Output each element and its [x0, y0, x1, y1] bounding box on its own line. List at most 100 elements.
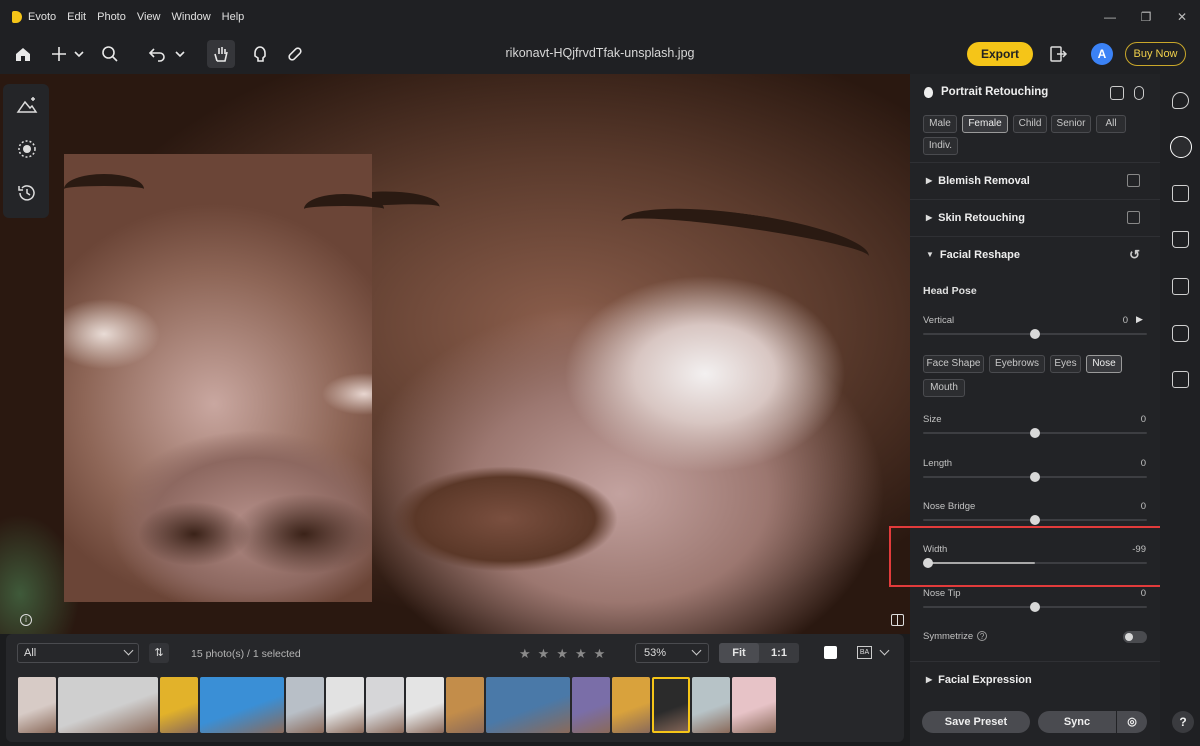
bandage-icon[interactable] — [285, 40, 305, 68]
rating-stars[interactable]: ★ ★ ★ ★ ★ — [519, 646, 605, 662]
chip-eyes[interactable]: Eyes — [1050, 355, 1081, 373]
undo-icon[interactable] — [146, 40, 188, 68]
head-icon — [924, 86, 933, 98]
camera-icon[interactable] — [1172, 325, 1189, 342]
thumbnail[interactable] — [652, 677, 690, 733]
slider-knob[interactable] — [1030, 515, 1040, 525]
thumbnail[interactable] — [366, 677, 404, 733]
export-button[interactable]: Export — [967, 42, 1033, 66]
thumbnail[interactable] — [692, 677, 730, 733]
thumbnail[interactable] — [200, 677, 284, 733]
chip-senior[interactable]: Senior — [1051, 115, 1091, 133]
star-icon[interactable]: ★ — [556, 646, 568, 662]
section-facial-reshape[interactable]: ▼ Facial Reshape ↺ — [910, 236, 1160, 272]
play-icon[interactable]: ▶ — [1136, 314, 1143, 325]
before-after-icon[interactable]: BA — [857, 646, 872, 659]
one-to-one-button[interactable]: 1:1 — [759, 643, 799, 663]
thumbnail[interactable] — [732, 677, 776, 733]
share-icon[interactable] — [1048, 44, 1068, 64]
slider-size[interactable] — [923, 426, 1147, 440]
palette-icon[interactable] — [1172, 92, 1189, 109]
mosaic-icon[interactable] — [1172, 185, 1189, 202]
slider-knob[interactable] — [1030, 329, 1040, 339]
maximize-icon[interactable]: ❐ — [1128, 10, 1164, 24]
chevron-down-icon[interactable] — [879, 645, 890, 656]
thumbnail[interactable] — [612, 677, 650, 733]
star-icon[interactable]: ★ — [594, 646, 606, 662]
eraser-icon[interactable] — [1127, 174, 1140, 187]
folder-eye-icon[interactable] — [1172, 371, 1189, 388]
slider-nose-bridge[interactable] — [923, 513, 1147, 527]
info-icon[interactable]: i — [20, 614, 32, 626]
help-icon[interactable]: ? — [1172, 711, 1194, 733]
chip-male[interactable]: Male — [923, 115, 957, 133]
photo-canvas[interactable] — [0, 74, 910, 634]
chip-nose[interactable]: Nose — [1086, 355, 1122, 373]
chip-mouth[interactable]: Mouth — [923, 379, 965, 397]
symmetrize-toggle[interactable] — [1123, 631, 1147, 643]
chip-face-shape[interactable]: Face Shape — [923, 355, 984, 373]
slider-knob[interactable] — [1030, 602, 1040, 612]
thumbnail[interactable] — [446, 677, 484, 733]
face-icon[interactable] — [1170, 136, 1192, 158]
chip-indiv[interactable]: Indiv. — [923, 137, 958, 155]
help-circle-icon[interactable]: ? — [977, 631, 988, 641]
chip-child[interactable]: Child — [1013, 115, 1047, 133]
thumbnail[interactable] — [58, 677, 158, 733]
section-blemish-removal[interactable]: ▶ Blemish Removal — [910, 162, 1160, 198]
section-facial-expression[interactable]: ▶ Facial Expression — [910, 661, 1160, 697]
eraser-icon[interactable] — [1127, 211, 1140, 224]
section-skin-retouching[interactable]: ▶ Skin Retouching — [910, 199, 1160, 235]
sun-adjust-icon[interactable] — [16, 138, 38, 160]
thumbnail[interactable] — [406, 677, 444, 733]
minimize-icon[interactable]: — — [1092, 10, 1128, 24]
zoom-dropdown[interactable]: 53% — [635, 643, 709, 663]
slider-length[interactable] — [923, 470, 1147, 484]
avatar[interactable]: A — [1091, 43, 1113, 65]
thumbnail[interactable] — [326, 677, 364, 733]
star-icon[interactable]: ★ — [519, 646, 531, 662]
sync-button[interactable]: Sync — [1038, 711, 1116, 733]
thumbnail[interactable] — [286, 677, 324, 733]
menu-photo[interactable]: Photo — [97, 11, 126, 23]
vertical-slider[interactable] — [923, 327, 1147, 341]
slider-knob[interactable] — [1030, 472, 1040, 482]
background-color-icon[interactable] — [824, 646, 837, 659]
fit-button[interactable]: Fit — [719, 643, 759, 663]
thumbnail[interactable] — [572, 677, 610, 733]
menu-view[interactable]: View — [137, 11, 161, 23]
reset-icon[interactable]: ↺ — [1129, 247, 1140, 263]
slider-nose-tip[interactable] — [923, 600, 1147, 614]
face-tool-icon[interactable] — [250, 40, 270, 68]
sync-settings-icon[interactable]: ◎ — [1117, 711, 1147, 733]
add-icon[interactable] — [50, 40, 88, 68]
thumbnail[interactable] — [486, 677, 570, 733]
chip-female[interactable]: Female — [962, 115, 1008, 133]
mountain-sparkle-icon[interactable] — [16, 94, 38, 116]
hand-tool-icon[interactable] — [207, 40, 235, 68]
sort-icon[interactable]: ⇅ — [149, 643, 169, 663]
face-select-icon[interactable] — [1110, 86, 1124, 100]
menu-help[interactable]: Help — [222, 11, 245, 23]
collapse-icon: ▼ — [926, 250, 934, 259]
thumbnail[interactable] — [18, 677, 56, 733]
home-icon[interactable] — [12, 40, 34, 68]
chip-eyebrows[interactable]: Eyebrows — [989, 355, 1045, 373]
crop-icon[interactable] — [1172, 278, 1189, 295]
shirt-icon[interactable] — [1172, 231, 1189, 248]
menu-edit[interactable]: Edit — [67, 11, 86, 23]
adjust-icon[interactable] — [1134, 86, 1144, 100]
slider-knob[interactable] — [1030, 428, 1040, 438]
star-icon[interactable]: ★ — [575, 646, 587, 662]
history-icon[interactable] — [16, 182, 38, 204]
search-icon[interactable] — [100, 40, 120, 68]
thumbnail[interactable] — [160, 677, 198, 733]
buy-now-button[interactable]: Buy Now — [1125, 42, 1186, 66]
save-preset-button[interactable]: Save Preset — [922, 711, 1030, 733]
close-icon[interactable]: ✕ — [1164, 10, 1200, 24]
filter-dropdown[interactable]: All — [17, 643, 139, 663]
star-icon[interactable]: ★ — [538, 646, 550, 662]
menu-window[interactable]: Window — [172, 11, 211, 23]
compare-split-icon[interactable] — [891, 614, 904, 626]
chip-all[interactable]: All — [1096, 115, 1126, 133]
